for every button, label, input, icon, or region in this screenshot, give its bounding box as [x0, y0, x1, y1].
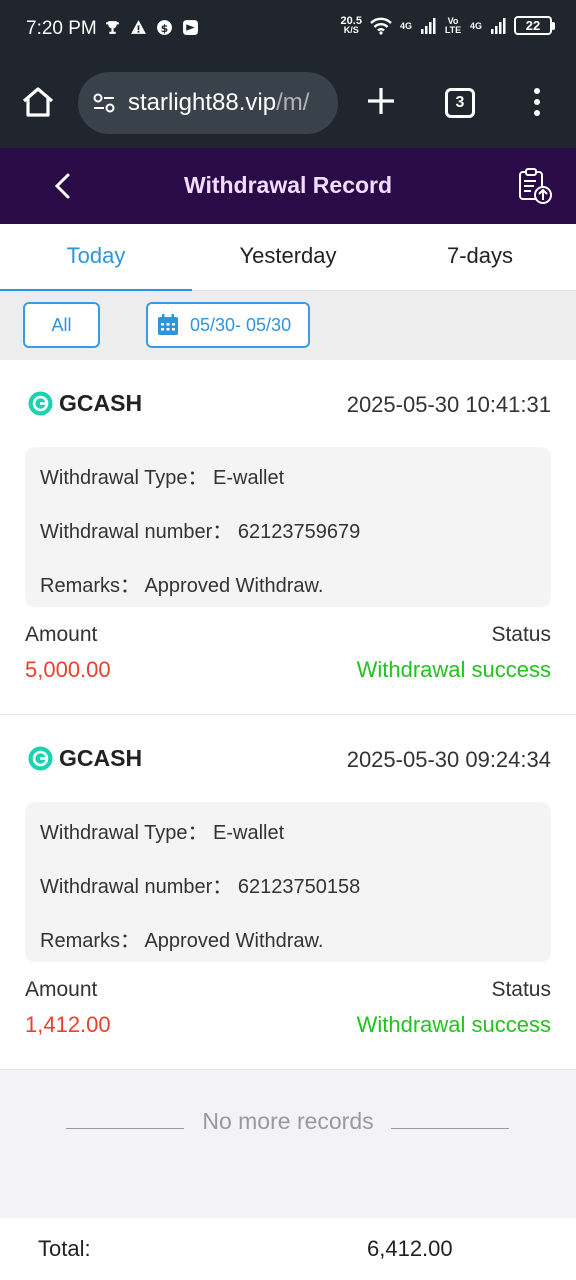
trophy-icon: [106, 21, 119, 34]
address-bar[interactable]: starlight88.vip/m/: [78, 72, 338, 134]
record-card: GCASH 2025-05-30 10:41:31 Withdrawal Typ…: [0, 360, 576, 715]
battery-indicator: 22: [514, 16, 555, 35]
coin-icon: $: [157, 20, 172, 35]
remarks-row: Remarks： Approved Withdraw.: [40, 575, 324, 597]
payment-method: GCASH: [28, 390, 142, 417]
page-title: Withdrawal Record: [183, 172, 393, 198]
divider-right: [391, 1128, 509, 1129]
amount-label: Amount: [25, 978, 98, 1001]
no-more-records: No more records: [202, 1108, 374, 1134]
tab-7-days[interactable]: 7-days: [384, 224, 576, 290]
app-header: Withdrawal Record: [0, 148, 576, 224]
all-filter-button[interactable]: All: [23, 302, 100, 348]
warning-icon: [131, 20, 146, 34]
status-value: Withdrawal success: [356, 657, 551, 682]
total-label: Total:: [38, 1236, 91, 1261]
amount-value: 1,412.00: [25, 1012, 111, 1037]
wifi-icon: [370, 17, 392, 35]
tab-yesterday[interactable]: Yesterday: [192, 224, 384, 290]
status-label: Status: [491, 978, 551, 1001]
status-time: 7:20 PM: [26, 18, 97, 39]
calendar-icon: [158, 314, 178, 335]
date-tabs: Today Yesterday 7-days: [0, 224, 576, 291]
clipboard-upload-icon[interactable]: [514, 166, 554, 206]
tab-switcher-button[interactable]: 3: [445, 88, 475, 118]
notification-icons: $: [104, 19, 199, 36]
amount-value: 5,000.00: [25, 657, 111, 682]
svg-text:$: $: [161, 22, 168, 35]
withdrawal-number-row: Withdrawal number： 62123759679: [40, 521, 361, 543]
browser-chrome: 7:20 PM $ 20.5 K/S 4G Vo LTE 4G 22 starl…: [0, 0, 576, 148]
date-range-text: 05/30- 05/30: [190, 314, 292, 335]
record-datetime: 2025-05-30 09:24:34: [346, 747, 551, 772]
signal-2-icon: [491, 17, 506, 34]
amount-label: Amount: [25, 623, 98, 646]
record-details: Withdrawal Type： E-wallet Withdrawal num…: [25, 447, 551, 607]
status-right: 20.5 K/S 4G Vo LTE 4G 22: [340, 14, 555, 35]
signal-1-label: 4G: [399, 20, 412, 31]
payment-method: GCASH: [28, 745, 142, 772]
home-icon[interactable]: [20, 84, 56, 120]
gcash-icon: [28, 746, 53, 771]
remarks-row: Remarks： Approved Withdraw.: [40, 930, 324, 952]
url-text[interactable]: starlight88.vip/m/: [128, 89, 309, 117]
new-tab-icon[interactable]: [364, 84, 398, 118]
withdrawal-number-row: Withdrawal number： 62123750158: [40, 876, 361, 898]
signal-1-icon: [420, 17, 436, 34]
withdrawal-type-row: Withdrawal Type： E-wallet: [40, 822, 285, 844]
status-value: Withdrawal success: [356, 1012, 551, 1037]
filter-bar: All 05/30- 05/30: [0, 291, 576, 360]
signal-2-label: 4G: [469, 20, 482, 31]
tab-today[interactable]: Today: [0, 224, 192, 291]
record-card: GCASH 2025-05-30 09:24:34 Withdrawal Typ…: [0, 715, 576, 1070]
withdrawal-type-row: Withdrawal Type： E-wallet: [40, 467, 285, 489]
gcash-icon: [28, 391, 53, 416]
app-icon: [183, 20, 198, 35]
record-datetime: 2025-05-30 10:41:31: [346, 392, 551, 417]
site-settings-icon[interactable]: [90, 89, 118, 117]
status-label: Status: [491, 623, 551, 646]
volte-label: Vo LTE: [444, 15, 462, 35]
date-range-button[interactable]: 05/30- 05/30: [146, 302, 310, 348]
total-value: 6,412.00: [367, 1236, 453, 1261]
net-speed: 20.5 K/S: [340, 14, 362, 35]
total-footer: Total: 6,412.00: [0, 1218, 576, 1280]
record-details: Withdrawal Type： E-wallet Withdrawal num…: [25, 802, 551, 962]
more-menu-icon[interactable]: [528, 86, 546, 118]
